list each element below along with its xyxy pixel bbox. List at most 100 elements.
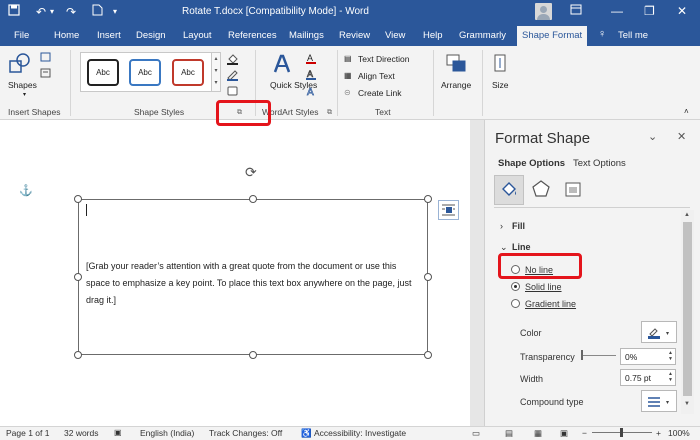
user-avatar[interactable] xyxy=(535,3,552,20)
shape-style-sample-3[interactable]: Abc xyxy=(172,59,204,86)
track-changes-status[interactable]: Track Changes: Off xyxy=(209,428,282,438)
rotate-handle-icon[interactable]: ⟳ xyxy=(245,164,257,181)
tab-layout[interactable]: Layout xyxy=(183,30,212,41)
undo-icon[interactable]: ↶ xyxy=(36,4,46,20)
pane-close-icon[interactable]: ✕ xyxy=(677,130,686,143)
language-status[interactable]: English (India) xyxy=(140,428,194,438)
text-direction-button[interactable]: Text Direction xyxy=(358,54,410,64)
text-box-icon[interactable] xyxy=(40,68,52,79)
minimize-button[interactable]: — xyxy=(611,4,623,18)
create-link-button[interactable]: Create Link xyxy=(358,88,401,98)
size-icon[interactable] xyxy=(491,52,511,76)
pane-scrollbar-thumb[interactable] xyxy=(683,222,692,396)
zoom-slider-thumb[interactable] xyxy=(620,428,623,437)
shapes-dropdown-icon[interactable]: ▾ xyxy=(23,91,26,98)
word-count[interactable]: 32 words xyxy=(64,428,99,438)
shape-outline-icon[interactable] xyxy=(226,69,242,81)
gradient-line-label[interactable]: Gradient line xyxy=(525,299,576,309)
tab-mailings[interactable]: Mailings xyxy=(289,30,324,41)
text-outline-icon[interactable]: A xyxy=(305,69,319,81)
print-layout-icon[interactable]: ▦ xyxy=(534,428,542,439)
tab-insert[interactable]: Insert xyxy=(97,30,121,41)
gradient-line-radio[interactable] xyxy=(511,299,520,308)
gallery-scroll[interactable]: ▴ ▾ ▾ xyxy=(211,52,221,92)
fill-section-header[interactable]: Fill xyxy=(512,221,525,231)
scroll-up-icon[interactable]: ▲ xyxy=(684,212,690,218)
redo-icon[interactable]: ↷ xyxy=(66,4,76,20)
tab-shape-format[interactable]: Shape Format xyxy=(517,26,588,46)
tell-me-search[interactable]: Tell me xyxy=(618,30,648,41)
resize-handle[interactable] xyxy=(424,351,432,359)
tab-review[interactable]: Review xyxy=(339,30,370,41)
scroll-down-icon[interactable]: ▼ xyxy=(684,401,690,407)
tab-grammarly[interactable]: Grammarly xyxy=(459,30,506,41)
pane-options-chevron-icon[interactable]: ⌄ xyxy=(648,130,657,143)
web-layout-icon[interactable]: ▣ xyxy=(560,428,568,439)
tab-references[interactable]: References xyxy=(228,30,277,41)
customize-qat-icon[interactable]: ▾ xyxy=(113,4,117,20)
line-color-dropdown[interactable]: ▾ xyxy=(641,321,677,343)
title-bar: ↶ ▾ ↷ ▾ Rotate T.docx [Compatibility Mod… xyxy=(0,0,700,24)
effects-pentagon-icon[interactable] xyxy=(530,178,552,200)
proofing-icon[interactable]: ▣ xyxy=(114,428,122,437)
zoom-in-icon[interactable]: + xyxy=(656,428,661,438)
zoom-level[interactable]: 100% xyxy=(668,428,690,438)
text-effects-icon[interactable]: A xyxy=(305,85,319,99)
tab-text-options[interactable]: Text Options xyxy=(573,158,626,169)
transparency-spinner-icon[interactable]: ▲ ▼ xyxy=(668,350,673,362)
resize-handle[interactable] xyxy=(424,195,432,203)
shapes-button[interactable]: Shapes xyxy=(8,80,37,90)
shape-style-sample-1[interactable]: Abc xyxy=(87,59,119,86)
shape-fill-icon[interactable] xyxy=(226,53,242,65)
tab-design[interactable]: Design xyxy=(136,30,166,41)
wordart-dialog-launcher[interactable]: ⧉ xyxy=(327,109,332,117)
resize-handle[interactable] xyxy=(74,273,82,281)
focus-mode-icon[interactable]: ▭ xyxy=(472,428,480,439)
tab-home[interactable]: Home xyxy=(54,30,79,41)
read-mode-icon[interactable]: ▤ xyxy=(505,428,513,439)
solid-line-label[interactable]: Solid line xyxy=(525,282,562,292)
align-text-button[interactable]: Align Text xyxy=(358,71,395,81)
resize-handle[interactable] xyxy=(249,351,257,359)
size-button[interactable]: Size xyxy=(492,80,509,90)
tab-help[interactable]: Help xyxy=(423,30,443,41)
ribbon-divider xyxy=(482,50,483,116)
tab-file[interactable]: File xyxy=(14,30,29,41)
shape-style-sample-2[interactable]: Abc xyxy=(129,59,161,86)
edit-shape-icon[interactable] xyxy=(40,52,52,63)
size-properties-icon[interactable] xyxy=(562,178,584,200)
text-box-quote[interactable]: [Grab your reader’s attention with a gre… xyxy=(86,258,422,309)
quick-styles-icon[interactable] xyxy=(270,52,294,76)
arrange-icon[interactable] xyxy=(444,52,470,76)
tab-view[interactable]: View xyxy=(385,30,405,41)
resize-handle[interactable] xyxy=(74,351,82,359)
shape-effects-icon[interactable] xyxy=(226,85,242,97)
line-collapse-icon[interactable]: ⌄ xyxy=(500,242,508,253)
collapse-ribbon-icon[interactable]: ˄ xyxy=(684,107,689,116)
tab-shape-options[interactable]: Shape Options xyxy=(498,158,565,169)
accessibility-status[interactable]: Accessibility: Investigate xyxy=(314,428,406,438)
save-icon[interactable] xyxy=(8,4,20,20)
ribbon-display-icon[interactable] xyxy=(570,4,582,18)
compound-type-dropdown[interactable]: ▾ xyxy=(641,390,677,412)
page-count[interactable]: Page 1 of 1 xyxy=(6,428,49,438)
close-button[interactable]: ✕ xyxy=(677,4,687,18)
fill-expand-icon[interactable]: › xyxy=(500,221,503,231)
shapes-icon[interactable] xyxy=(8,52,32,76)
resize-handle[interactable] xyxy=(249,195,257,203)
undo-dropdown-icon[interactable]: ▾ xyxy=(50,4,54,20)
resize-handle[interactable] xyxy=(74,195,82,203)
resize-handle[interactable] xyxy=(424,273,432,281)
transparency-slider-thumb[interactable] xyxy=(581,350,583,360)
highlight-no-line-option xyxy=(498,253,582,279)
transparency-slider[interactable] xyxy=(582,355,616,356)
solid-line-radio[interactable] xyxy=(511,282,520,291)
text-fill-icon[interactable]: A xyxy=(305,53,319,65)
restore-button[interactable]: ❐ xyxy=(644,4,655,18)
zoom-out-icon[interactable]: − xyxy=(582,428,587,438)
layout-options-icon[interactable] xyxy=(438,200,459,220)
new-doc-icon[interactable] xyxy=(92,4,103,20)
arrange-button[interactable]: Arrange xyxy=(441,80,471,90)
width-spinner-icon[interactable]: ▲ ▼ xyxy=(668,371,673,383)
line-section-header[interactable]: Line xyxy=(512,242,531,252)
